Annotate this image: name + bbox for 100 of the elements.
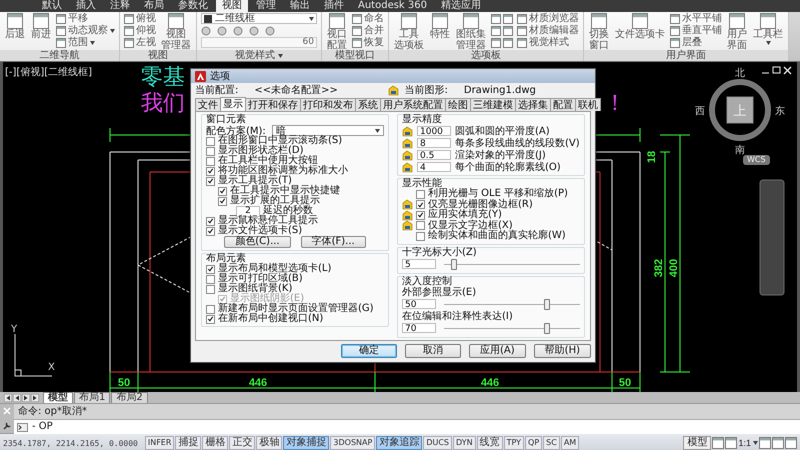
ribbon-button[interactable]: 左视 [124, 37, 156, 49]
checkbox[interactable] [206, 176, 215, 186]
ribbon-tab[interactable]: 插件 [318, 0, 350, 12]
status-toggle[interactable]: 对象追踪 [376, 436, 422, 450]
checkbox[interactable] [206, 156, 215, 166]
ribbon-button[interactable]: 前进 [30, 13, 52, 49]
wcs-badge[interactable]: WCS [743, 155, 770, 165]
ribbon-button[interactable]: 视觉样式 [517, 37, 579, 49]
checkbox[interactable] [206, 136, 215, 146]
status-toggle[interactable]: INFER [144, 436, 174, 450]
checkbox[interactable] [416, 190, 425, 199]
value-field[interactable]: 70 [402, 323, 436, 333]
ribbon-button[interactable]: 俯视 [124, 13, 156, 25]
status-toggle[interactable]: SC [543, 436, 560, 450]
tab[interactable]: 打印和发布 [300, 98, 356, 111]
ribbon-button[interactable]: 合并 [352, 25, 384, 37]
status-toggle[interactable]: AM [560, 436, 580, 450]
slider-thumb[interactable] [544, 322, 550, 334]
checkbox[interactable] [206, 284, 215, 294]
tab[interactable]: 绘图 [445, 98, 471, 111]
status-toggle[interactable]: 正交 [229, 436, 256, 450]
status-toggle[interactable]: 线宽 [476, 436, 503, 450]
slider-thumb[interactable] [544, 298, 550, 310]
status-toggle[interactable]: 3DOSNAP [330, 436, 376, 450]
tab[interactable]: 选择集 [515, 98, 551, 111]
ribbon-button[interactable]: 工具 选项板 [393, 13, 425, 49]
checkbox[interactable] [218, 186, 227, 196]
ribbon-button[interactable]: 材质浏览器 [517, 13, 579, 25]
ribbon-tab[interactable]: 参数化 [172, 0, 214, 12]
ribbon-button[interactable]: 材质编辑器 [517, 25, 579, 37]
minimize-icon[interactable] [762, 72, 770, 74]
value-field[interactable]: 0.5 [417, 150, 451, 160]
arrow-icon[interactable] [4, 394, 12, 402]
status-toggle[interactable]: 栅格 [202, 436, 228, 450]
tab[interactable]: 显示 [220, 97, 246, 111]
tab[interactable]: 系统 [355, 98, 381, 111]
command-input[interactable]: - OP [14, 419, 800, 434]
model-space-button[interactable]: 模型 [683, 436, 712, 450]
ribbon-button[interactable]: 动态观察 [56, 25, 115, 37]
checkbox[interactable] [206, 146, 215, 156]
status-toggle[interactable]: TPY [504, 436, 524, 450]
value-field[interactable]: 4 [417, 162, 451, 172]
ribbon-button[interactable]: 垂直平铺 [670, 25, 722, 37]
ribbon-button[interactable]: 图纸集 管理器 [455, 13, 487, 49]
ribbon-button[interactable]: 视图 管理器 [160, 13, 192, 49]
layout-tab[interactable]: 布局1 [74, 392, 110, 403]
checkbox[interactable] [416, 221, 425, 230]
value-field[interactable]: 8 [417, 138, 451, 148]
ribbon-button[interactable]: 恢复 [352, 37, 384, 49]
checkbox[interactable] [206, 264, 215, 274]
ribbon-button[interactable]: 层叠 [670, 37, 722, 49]
ribbon-tab[interactable]: 视图 [216, 0, 248, 12]
value-field[interactable]: 1000 [417, 126, 451, 136]
ribbon-tab[interactable]: 默认 [36, 0, 68, 12]
ribbon-button[interactable]: 文件选项卡 [614, 13, 666, 49]
dialog-button[interactable]: 字体(F)... [300, 236, 366, 248]
tab[interactable]: 三维建模 [470, 98, 516, 111]
viewport-label[interactable]: [-][俯视][二维线框] [5, 65, 92, 79]
viewcube-face[interactable] [726, 96, 754, 124]
ribbon-button[interactable]: 仰视 [124, 25, 156, 37]
ribbon-tab[interactable]: 管理 [250, 0, 282, 12]
arrow-icon[interactable] [22, 394, 30, 402]
layout-tab[interactable]: 布局2 [111, 392, 148, 403]
ribbon-button[interactable]: 命名 [352, 13, 384, 25]
status-toggle[interactable]: 对象捕捉 [283, 436, 330, 450]
checkbox[interactable] [416, 232, 425, 241]
status-toggle[interactable]: DUCS [423, 436, 452, 450]
dialog-button[interactable]: 应用(A) [469, 344, 526, 358]
ribbon-tab[interactable]: 输出 [284, 0, 316, 12]
ribbon-button[interactable]: 后退 [4, 13, 26, 49]
value-field[interactable]: 50 [402, 299, 436, 309]
color-scheme-dropdown[interactable]: 暗 [272, 125, 384, 136]
slider-thumb[interactable] [450, 258, 457, 270]
ribbon-button[interactable]: 平移 [56, 13, 115, 25]
checkbox[interactable] [416, 210, 425, 220]
dialog-button[interactable]: 取消 [405, 344, 462, 358]
ribbon-button[interactable]: 特性 [429, 13, 451, 49]
tab[interactable]: 打开和保存 [245, 98, 301, 111]
ribbon-button[interactable]: 工具栏 [752, 13, 784, 49]
tab[interactable]: 用户系统配置 [380, 98, 446, 111]
ribbon-tab[interactable]: 插入 [70, 0, 102, 12]
checkbox[interactable] [416, 200, 425, 210]
arrow-icon[interactable] [13, 394, 21, 402]
checkbox[interactable] [206, 216, 215, 226]
value-field[interactable]: 60 [201, 37, 317, 48]
dialog-button[interactable]: 颜色(C)... [224, 236, 291, 248]
dialog-button[interactable]: 确定 [341, 344, 398, 358]
value-field[interactable]: 5 [402, 259, 436, 269]
wrench-icon[interactable] [2, 421, 12, 430]
ribbon-tab[interactable]: 布局 [138, 0, 170, 12]
visual-style-dropdown[interactable]: 二维线框 [201, 13, 317, 24]
status-toggle[interactable]: 捕捉 [175, 436, 202, 450]
tab[interactable]: 文件 [195, 98, 221, 111]
checkbox[interactable] [206, 166, 215, 176]
layout-tab[interactable]: 模型 [43, 392, 73, 403]
close-icon[interactable] [783, 66, 792, 75]
tab[interactable]: 配置 [550, 98, 576, 111]
checkbox[interactable] [206, 304, 215, 314]
checkbox[interactable] [206, 226, 215, 236]
dialog-button[interactable]: 帮助(H) [534, 344, 591, 358]
